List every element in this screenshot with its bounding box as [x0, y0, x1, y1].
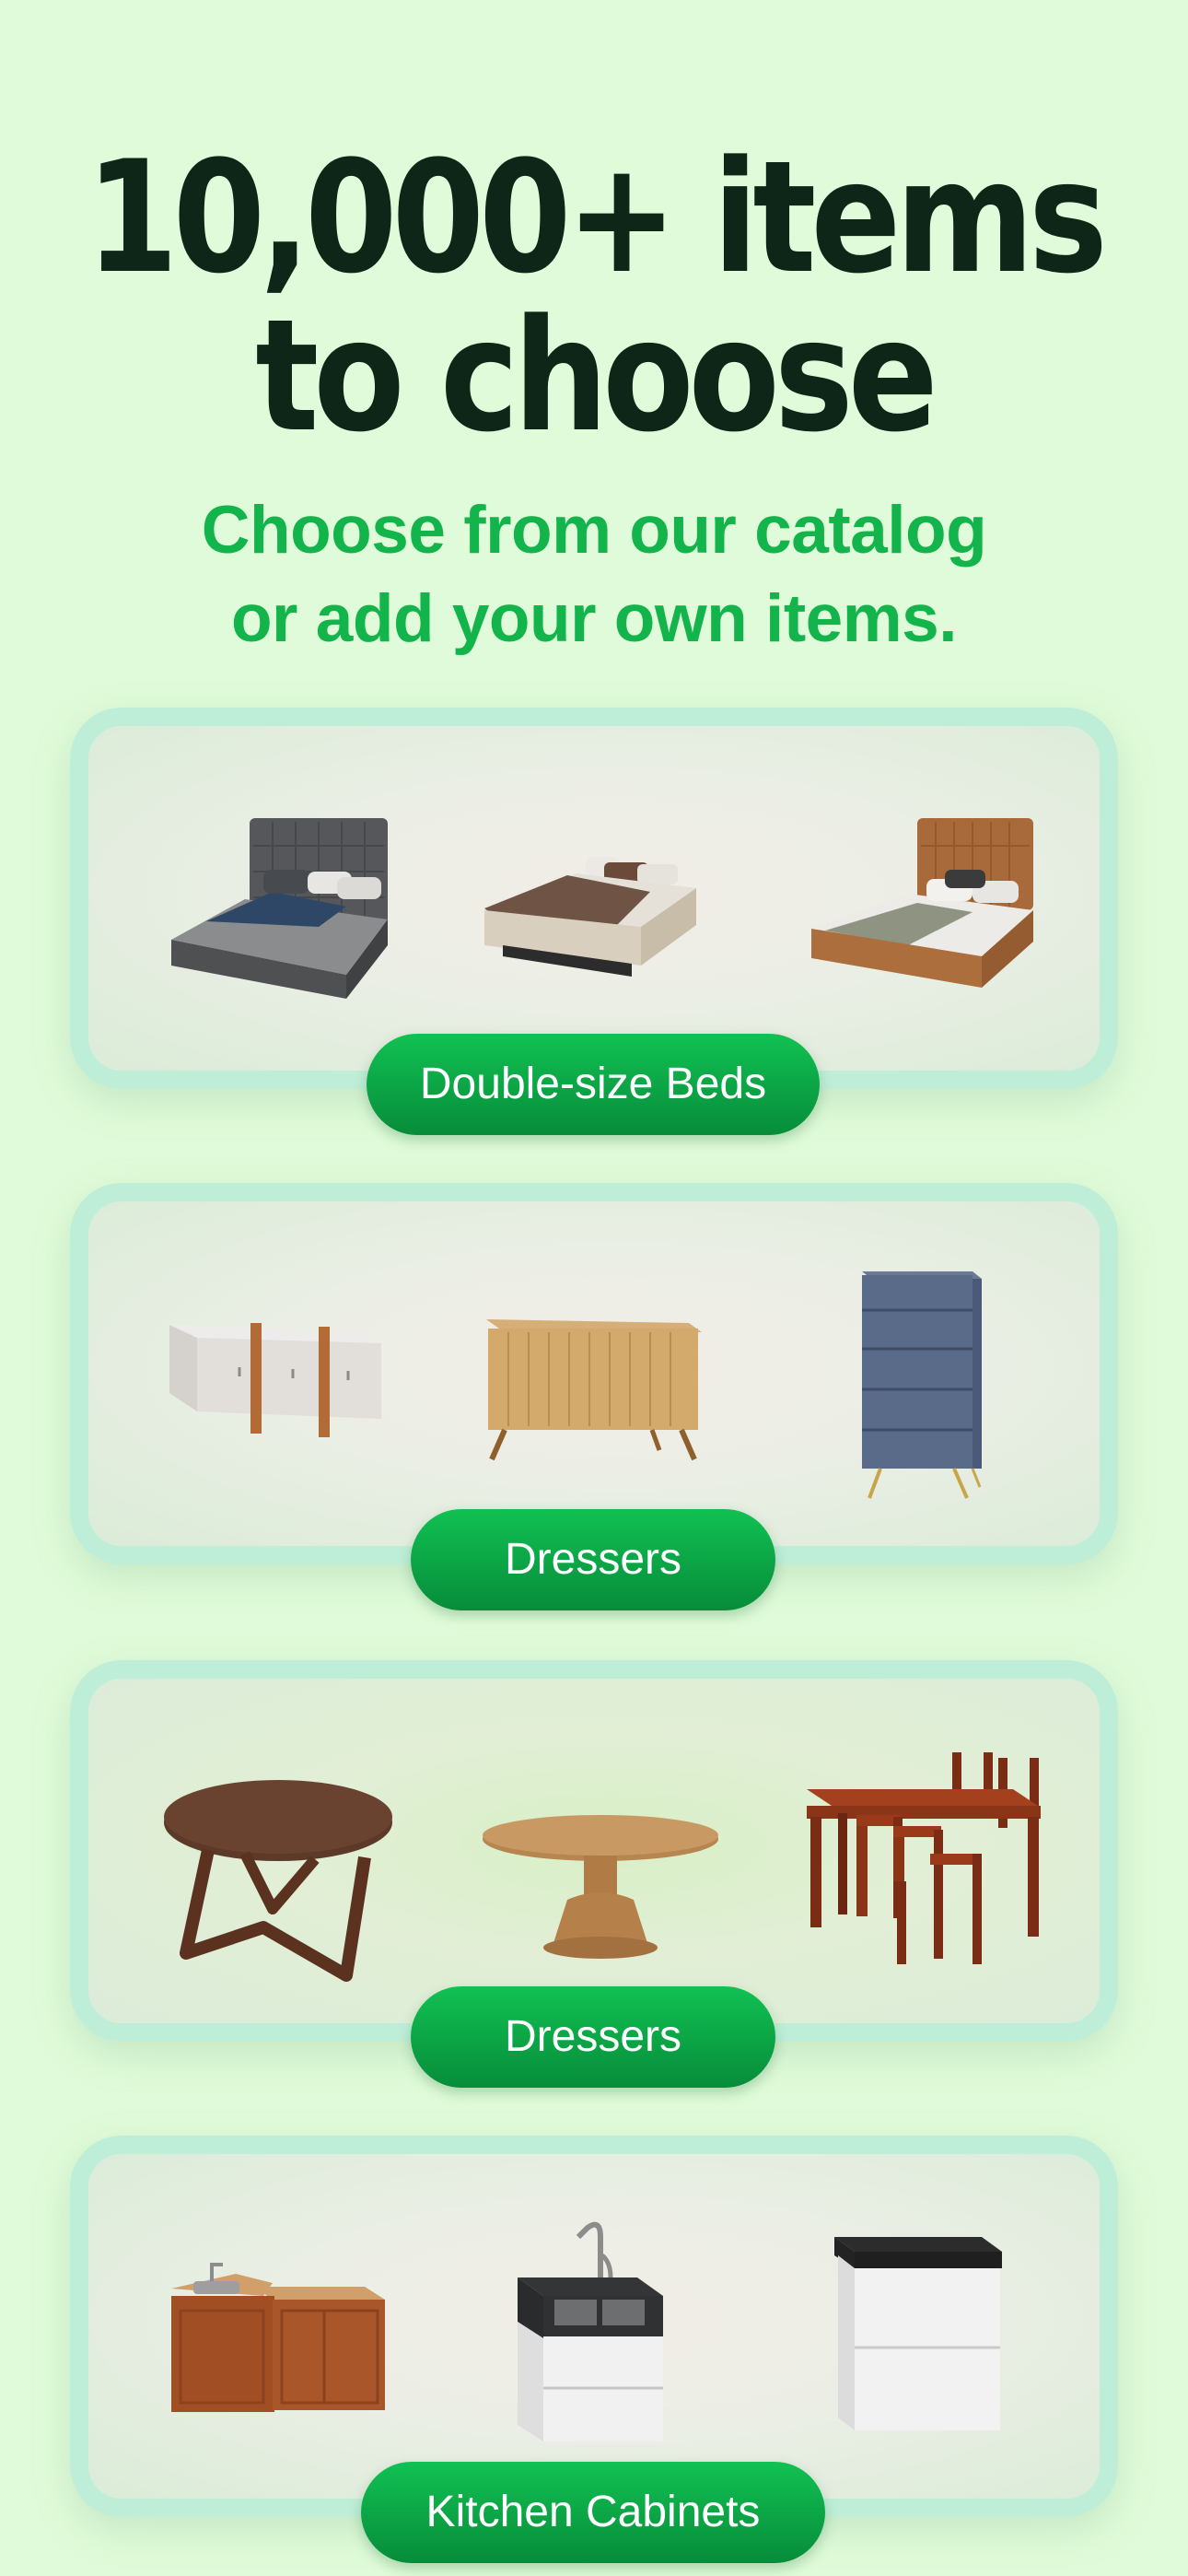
- corner-sink-cabinet-image: [153, 2255, 402, 2440]
- headline-line-2: to choose: [255, 286, 938, 466]
- category-card-kitchen-cabinets[interactable]: [70, 2136, 1118, 2517]
- tufted-gray-bed-image: [162, 818, 402, 1002]
- black-top-sink-cabinet-image: [499, 2200, 683, 2449]
- oak-sideboard-image: [472, 1312, 711, 1478]
- category-pill-dressers[interactable]: Dressers: [411, 1509, 775, 1610]
- category-card-beds[interactable]: [70, 708, 1118, 1089]
- category-pill-beds[interactable]: Double-size Beds: [367, 1034, 820, 1135]
- page-headline: 10,000+ items to choose: [83, 127, 1108, 466]
- white-sideboard-image: [151, 1303, 390, 1469]
- page-subtitle: Choose from our catalog or add your own …: [0, 486, 1188, 663]
- subtitle-line-2: or add your own items.: [230, 581, 958, 656]
- subtitle-line-1: Choose from our catalog: [201, 493, 987, 568]
- category-card-tables[interactable]: [70, 1660, 1118, 2042]
- category-pill-tables[interactable]: Dressers: [411, 1986, 775, 2088]
- headline-line-1: 10,000+ items: [86, 127, 1108, 308]
- pedestal-oval-table-image: [475, 1808, 724, 1964]
- tan-upholstered-bed-image: [807, 818, 1046, 1002]
- brown-duvet-platform-bed-image: [475, 837, 715, 993]
- blue-tall-dresser-image: [853, 1266, 991, 1515]
- round-walnut-table-image: [153, 1780, 402, 1992]
- dining-set-image: [801, 1752, 1068, 1973]
- category-pill-kitchen-cabinets[interactable]: Kitchen Cabinets: [361, 2462, 825, 2563]
- white-base-cabinet-image: [825, 2200, 1009, 2449]
- category-card-dressers[interactable]: [70, 1183, 1118, 1564]
